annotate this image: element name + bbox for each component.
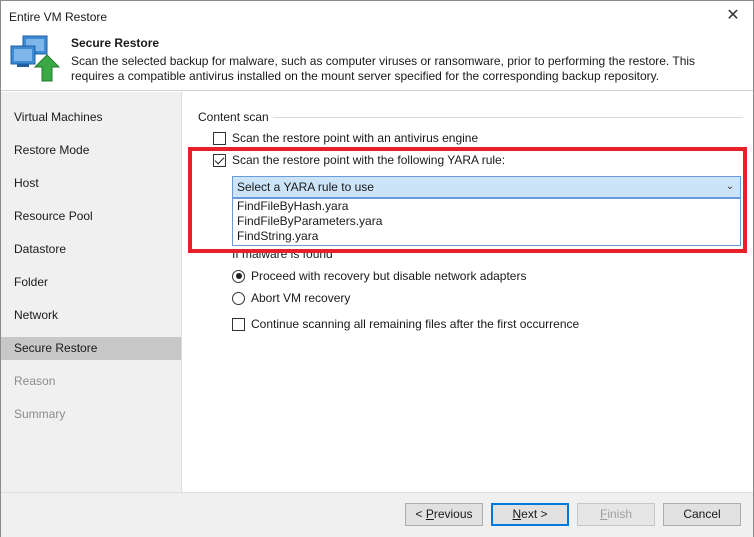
close-icon[interactable]: ✕ <box>721 5 745 27</box>
wizard-steps: Virtual Machines Restore Mode Host Resou… <box>1 92 182 492</box>
yara-option-findstring[interactable]: FindString.yara <box>233 229 740 244</box>
proceed-label: Proceed with recovery but disable networ… <box>251 269 527 283</box>
step-summary: Summary <box>14 407 66 421</box>
step-reason: Reason <box>14 374 56 388</box>
abort-option[interactable]: Abort VM recovery <box>232 290 350 306</box>
step-host[interactable]: Host <box>1 172 181 195</box>
window-title: Entire VM Restore <box>9 10 108 24</box>
page-title: Secure Restore <box>71 36 160 50</box>
step-network[interactable]: Network <box>1 304 181 327</box>
vm-restore-icon <box>10 35 61 82</box>
yara-scan-checkbox[interactable] <box>213 153 226 167</box>
yara-rule-select[interactable]: Select a YARA rule to use ⌄ <box>232 176 741 198</box>
continue-scanning-label: Continue scanning all remaining files af… <box>251 317 580 331</box>
antivirus-scan-checkbox[interactable] <box>213 131 226 145</box>
yara-option-findfilebyparameters[interactable]: FindFileByParameters.yara <box>233 214 740 229</box>
proceed-radio[interactable] <box>232 269 245 283</box>
wizard-window: Entire VM Restore ✕ Secure Restore Scan … <box>0 0 754 537</box>
step-virtual-machines[interactable]: Virtual Machines <box>1 106 181 129</box>
chevron-down-icon[interactable]: ⌄ <box>724 177 736 197</box>
malware-found-label: If malware is found <box>232 247 333 261</box>
finish-button: Finish <box>577 503 655 526</box>
cancel-button[interactable]: Cancel <box>663 503 741 526</box>
antivirus-scan-option[interactable]: Scan the restore point with an antivirus… <box>213 130 478 146</box>
yara-option-findfilebyhash[interactable]: FindFileByHash.yara <box>233 199 740 214</box>
yara-rule-options: FindFileByHash.yara FindFileByParameters… <box>232 198 741 246</box>
step-resource-pool[interactable]: Resource Pool <box>1 205 181 228</box>
yara-scan-option[interactable]: Scan the restore point with the followin… <box>213 152 505 168</box>
group-divider <box>273 117 743 118</box>
step-folder[interactable]: Folder <box>1 271 181 294</box>
proceed-option[interactable]: Proceed with recovery but disable networ… <box>232 268 526 284</box>
title-bar: Entire VM Restore ✕ <box>1 1 753 31</box>
wizard-header: Secure Restore Scan the selected backup … <box>1 31 753 91</box>
yara-rule-select-value: Select a YARA rule to use <box>237 180 374 194</box>
step-secure-restore[interactable]: Secure Restore <box>1 337 181 360</box>
continue-scanning-option[interactable]: Continue scanning all remaining files af… <box>232 316 579 332</box>
continue-scanning-checkbox[interactable] <box>232 317 245 331</box>
antivirus-scan-label: Scan the restore point with an antivirus… <box>232 131 479 145</box>
abort-radio[interactable] <box>232 291 245 305</box>
abort-label: Abort VM recovery <box>251 291 351 305</box>
content-panel: Content scan Scan the restore point with… <box>183 92 753 492</box>
step-restore-mode[interactable]: Restore Mode <box>1 139 181 162</box>
yara-scan-label: Scan the restore point with the followin… <box>232 153 506 167</box>
next-button[interactable]: Next > <box>491 503 569 526</box>
step-datastore[interactable]: Datastore <box>1 238 181 261</box>
wizard-footer: < Previous Next > Finish Cancel <box>1 492 753 537</box>
previous-button[interactable]: < Previous <box>405 503 483 526</box>
page-description: Scan the selected backup for malware, su… <box>71 54 696 83</box>
content-scan-group-label: Content scan <box>198 110 269 124</box>
